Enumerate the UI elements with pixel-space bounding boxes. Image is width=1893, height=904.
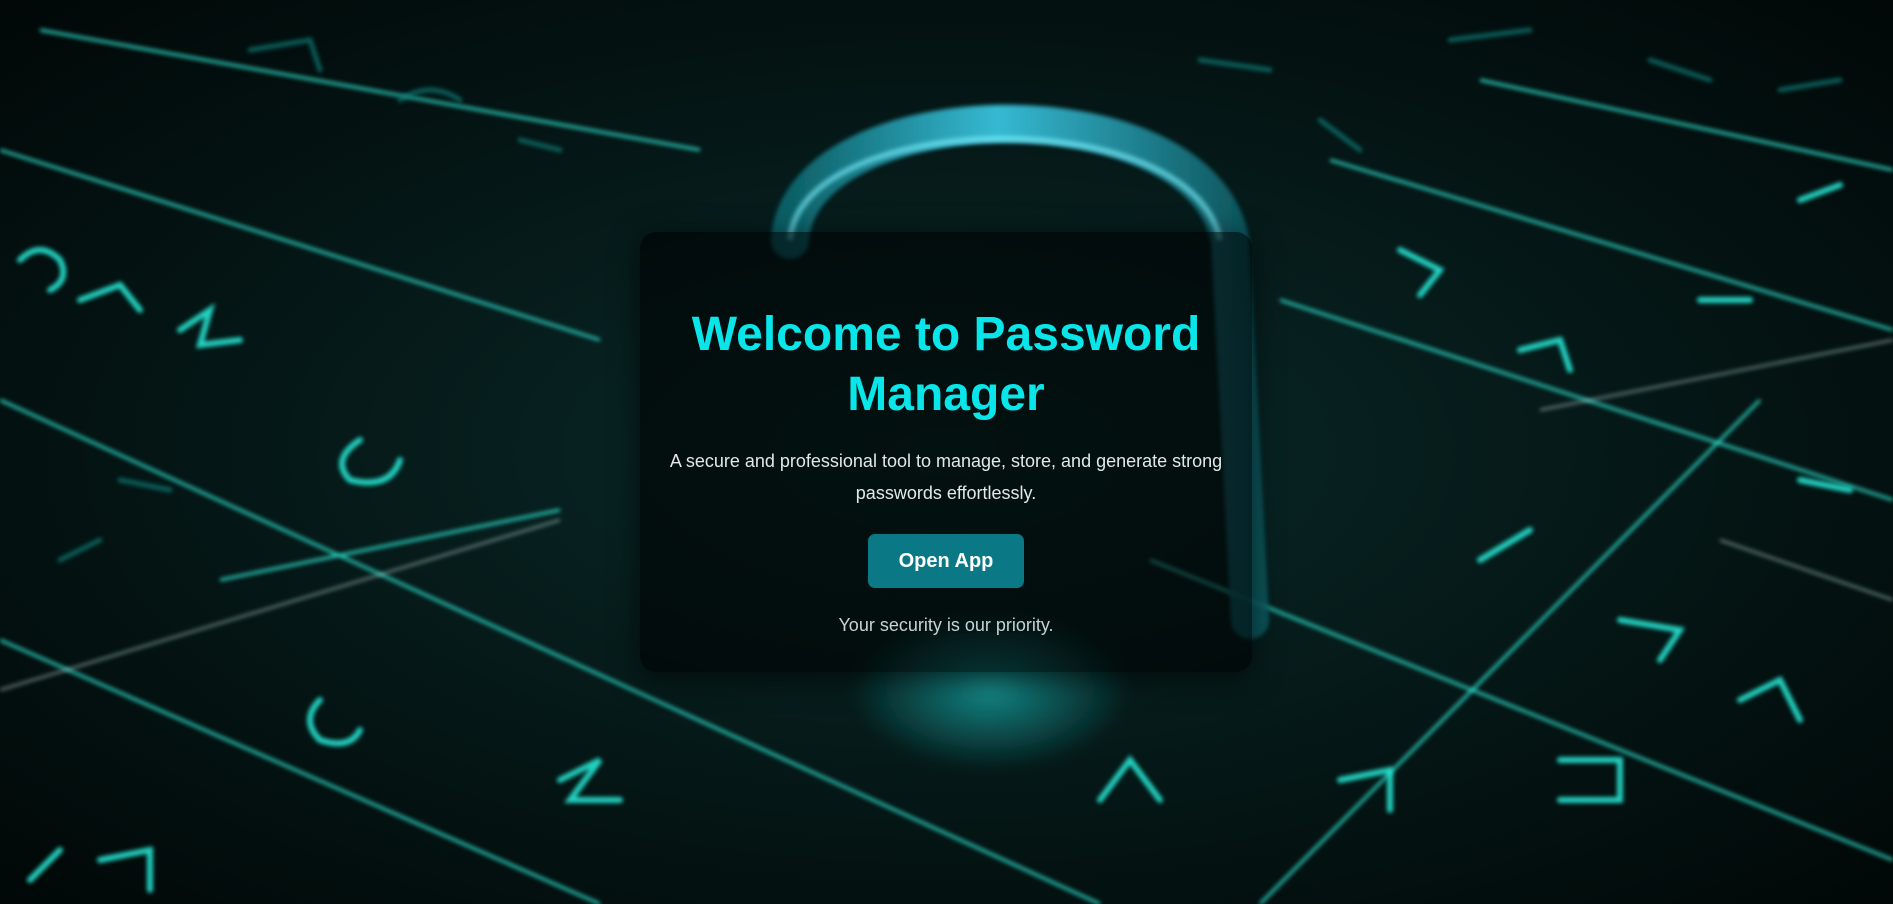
landing-page: Welcome to Password Manager A secure and…: [0, 0, 1893, 904]
page-subtitle: A secure and professional tool to manage…: [669, 451, 1223, 503]
security-note: Your security is our priority.: [838, 615, 1054, 635]
welcome-card: Welcome to Password Manager A secure and…: [640, 232, 1252, 672]
page-title: Welcome to Password Manager: [691, 308, 1201, 421]
open-app-button[interactable]: Open App: [868, 534, 1024, 588]
